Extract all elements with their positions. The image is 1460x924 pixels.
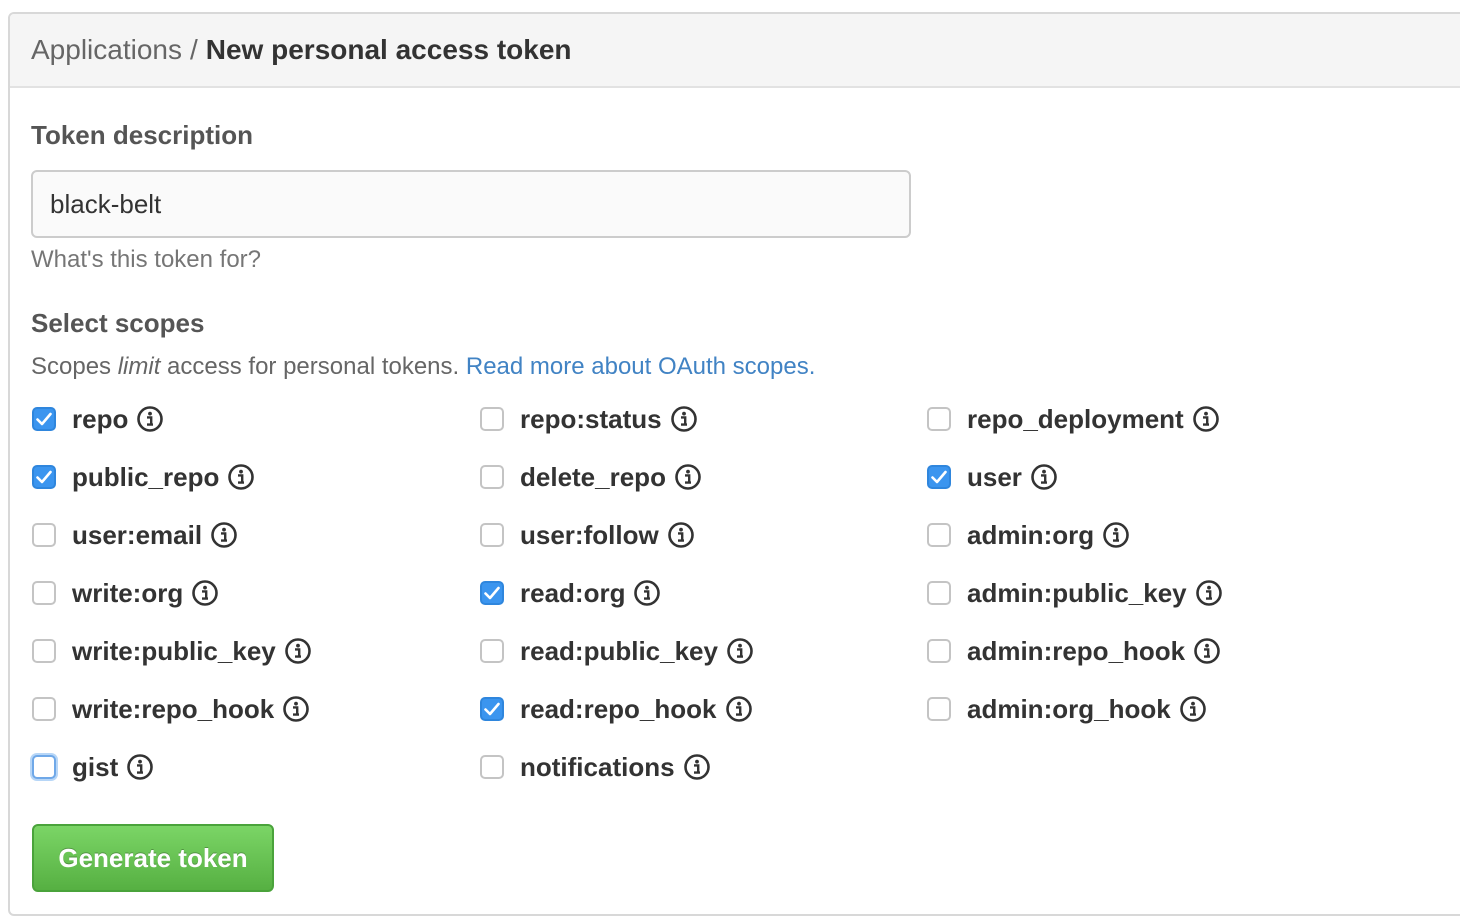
info-icon[interactable] (284, 637, 312, 665)
scope-repo-deployment[interactable]: repo_deployment (927, 399, 1220, 439)
scope-read-repo-hook[interactable]: read:repo_hook (480, 689, 753, 729)
generate-token-button[interactable]: Generate token (32, 824, 274, 892)
scope-label: user (967, 461, 1022, 492)
scope-label: read:repo_hook (520, 693, 717, 724)
info-icon[interactable] (227, 463, 255, 491)
scope-admin-repo-hook[interactable]: admin:repo_hook (927, 631, 1221, 671)
scope-label: public_repo (72, 461, 220, 492)
panel-header: Applications / New personal access token (10, 14, 1460, 88)
info-icon[interactable] (1195, 579, 1223, 607)
scope-repo[interactable]: repo (32, 399, 164, 439)
scope-label: repo_deployment (967, 403, 1184, 434)
scopes-note-suffix: access for personal tokens. (160, 353, 466, 380)
scope-admin-public-key[interactable]: admin:public_key (927, 573, 1223, 613)
scope-delete-repo-checkbox[interactable] (480, 465, 504, 489)
scope-user-email-checkbox[interactable] (32, 523, 56, 547)
scope-admin-org-hook[interactable]: admin:org_hook (927, 689, 1207, 729)
scope-label: repo (72, 403, 129, 434)
scope-user-checkbox[interactable] (927, 465, 951, 489)
scope-label: user:email (72, 519, 203, 550)
info-icon[interactable] (670, 405, 698, 433)
scope-label: admin:public_key (967, 577, 1187, 608)
info-icon[interactable] (136, 405, 164, 433)
scope-user-email[interactable]: user:email (32, 515, 238, 555)
info-icon[interactable] (674, 463, 702, 491)
scope-write-repo-hook-checkbox[interactable] (32, 697, 56, 721)
scope-user-follow-checkbox[interactable] (480, 523, 504, 547)
info-icon[interactable] (126, 753, 154, 781)
scopes-note-emphasis: limit (117, 353, 161, 380)
scope-public-repo[interactable]: public_repo (32, 457, 255, 497)
scope-label: delete_repo (520, 461, 666, 492)
scope-repo-checkbox[interactable] (32, 407, 56, 431)
scope-admin-repo-hook-checkbox[interactable] (927, 639, 951, 663)
scopes-note-prefix: Scopes (31, 353, 118, 380)
token-panel: Applications / New personal access token… (8, 12, 1460, 916)
info-icon[interactable] (1030, 463, 1058, 491)
token-description-input[interactable] (31, 170, 911, 238)
info-icon[interactable] (282, 695, 310, 723)
scope-label: write:org (72, 577, 184, 608)
info-icon[interactable] (191, 579, 219, 607)
page-title: New personal access token (205, 34, 572, 65)
scope-admin-org[interactable]: admin:org (927, 515, 1130, 555)
token-description-label: Token description (31, 120, 253, 150)
scope-public-repo-checkbox[interactable] (32, 465, 56, 489)
form-body: Token description What's this token for?… (10, 88, 1460, 914)
scope-gist-checkbox[interactable] (32, 755, 56, 779)
breadcrumb-applications-link[interactable]: Applications (31, 34, 182, 66)
scope-notifications[interactable]: notifications (480, 747, 711, 787)
select-scopes-heading: Select scopes (31, 308, 205, 338)
scope-repo-status-checkbox[interactable] (480, 407, 504, 431)
info-icon[interactable] (667, 521, 695, 549)
scope-write-public-key-checkbox[interactable] (32, 639, 56, 663)
scope-gist[interactable]: gist (32, 747, 154, 787)
scope-user-follow[interactable]: user:follow (480, 515, 695, 555)
info-icon[interactable] (725, 695, 753, 723)
scope-write-org-checkbox[interactable] (32, 581, 56, 605)
scope-label: write:public_key (72, 635, 276, 666)
scope-label: read:public_key (520, 635, 718, 666)
scope-repo-deployment-checkbox[interactable] (927, 407, 951, 431)
scope-user[interactable]: user (927, 457, 1058, 497)
scope-write-org[interactable]: write:org (32, 573, 219, 613)
info-icon[interactable] (726, 637, 754, 665)
scope-read-org-checkbox[interactable] (480, 581, 504, 605)
info-icon[interactable] (683, 753, 711, 781)
info-icon[interactable] (1192, 405, 1220, 433)
scope-admin-org-checkbox[interactable] (927, 523, 951, 547)
scope-label: repo:status (520, 403, 662, 434)
scope-label: read:org (520, 577, 626, 608)
scope-label: notifications (520, 751, 675, 782)
scope-label: admin:org_hook (967, 693, 1171, 724)
breadcrumb-separator: / (189, 34, 198, 65)
scope-label: write:repo_hook (72, 693, 275, 724)
scope-label: user:follow (520, 519, 659, 550)
scope-read-repo-hook-checkbox[interactable] (480, 697, 504, 721)
scope-read-public-key-checkbox[interactable] (480, 639, 504, 663)
token-description-hint: What's this token for? (31, 246, 262, 273)
scope-read-public-key[interactable]: read:public_key (480, 631, 754, 671)
scope-write-repo-hook[interactable]: write:repo_hook (32, 689, 310, 729)
scope-delete-repo[interactable]: delete_repo (480, 457, 702, 497)
scope-label: admin:org (967, 519, 1095, 550)
info-icon[interactable] (1102, 521, 1130, 549)
scope-label: admin:repo_hook (967, 635, 1186, 666)
scope-admin-public-key-checkbox[interactable] (927, 581, 951, 605)
scope-write-public-key[interactable]: write:public_key (32, 631, 312, 671)
info-icon[interactable] (633, 579, 661, 607)
scope-notifications-checkbox[interactable] (480, 755, 504, 779)
scope-repo-status[interactable]: repo:status (480, 399, 698, 439)
scope-admin-org-hook-checkbox[interactable] (927, 697, 951, 721)
scope-read-org[interactable]: read:org (480, 573, 661, 613)
scopes-note: Scopes limit access for personal tokens.… (31, 353, 815, 381)
oauth-scopes-link[interactable]: Read more about OAuth scopes. (466, 353, 816, 380)
info-icon[interactable] (210, 521, 238, 549)
scope-label: gist (72, 751, 119, 782)
info-icon[interactable] (1179, 695, 1207, 723)
info-icon[interactable] (1193, 637, 1221, 665)
